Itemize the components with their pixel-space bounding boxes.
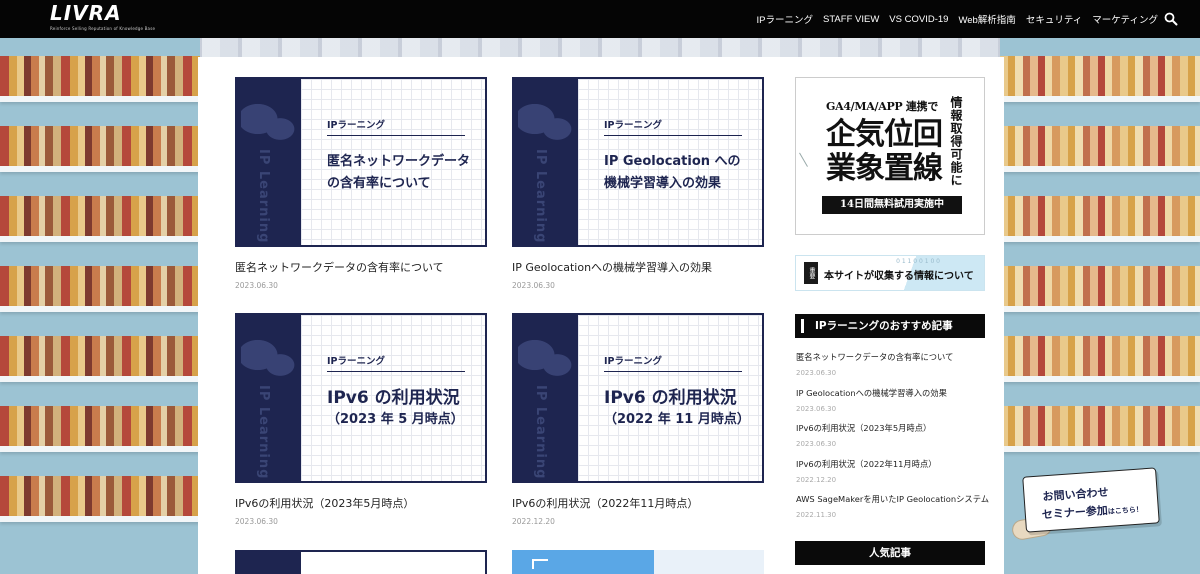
search-icon[interactable] <box>1164 12 1178 26</box>
article-card[interactable]: IP Learning IPラーニング IPv6 の利用状況 （2022 年 1… <box>512 313 764 526</box>
world-map-graphic <box>518 99 574 149</box>
info-link-text: 本サイトが収集する情報について <box>824 271 974 282</box>
nav-web-analysis[interactable]: Web解析指南 <box>958 12 1015 26</box>
contact-label: お問い合わせ <box>1042 485 1109 504</box>
world-map-graphic <box>241 99 297 149</box>
article-thumbnail[interactable]: IP Learning IPラーニング 匿名ネットワークデータ の含有率について <box>235 77 487 247</box>
article-date: 2023.06.30 <box>512 281 555 290</box>
thumb-title: IP Geolocation への 機械学習導入の効果 <box>604 154 741 191</box>
article-title[interactable]: IPv6の利用状況（2023年5月時点） <box>235 495 487 511</box>
thumb-title: IPv6 の利用状況 （2023 年 5 月時点） <box>327 388 464 427</box>
nav-marketing[interactable]: マーケティング <box>1092 12 1158 26</box>
binary-decoration: 0 1 1 0 0 1 0 0 <box>896 258 940 265</box>
paper-plane-icon <box>799 145 821 167</box>
thumb-side-label: IP Learning <box>533 385 548 480</box>
banner-trial-label: 14日間無料試用実施中 <box>822 196 962 214</box>
article-card[interactable]: IP Learning IPラーニング IPv6 の利用状況 （2023 年 5… <box>235 313 487 526</box>
list-item[interactable]: IPv6の利用状況（2023年5月時点） 2023.06.30 <box>796 422 986 458</box>
banner-vertical-text: 情報取得可能に <box>949 96 963 187</box>
world-map-graphic <box>518 335 574 385</box>
banner-main-text: 企気位回業象置線 <box>826 117 943 186</box>
main-content: IP Learning IPラーニング 匿名ネットワークデータ の含有率について… <box>198 57 1004 574</box>
article-thumbnail[interactable]: IP Learning IPラーニング IP Geolocation への 機械… <box>512 77 764 247</box>
thumb-side-label: IP Learning <box>533 149 548 244</box>
article-title[interactable]: IP Geolocationへの機械学習導入の効果 <box>512 259 764 275</box>
article-date: 2022.12.20 <box>512 517 555 526</box>
bookshelf-left <box>0 38 200 574</box>
thumb-category: IPラーニング <box>327 120 385 131</box>
thumb-title: 匿名ネットワークデータ の含有率について <box>327 154 471 191</box>
thumb-side-label: IP Learning <box>256 385 271 480</box>
article-thumbnail[interactable]: IP Learning IPラーニング IPv6 の利用状況 （2022 年 1… <box>512 313 764 483</box>
nav-ip-learning[interactable]: IPラーニング <box>757 12 813 26</box>
article-thumbnail-partial[interactable] <box>235 550 487 574</box>
nav-staff-view[interactable]: STAFF VIEW <box>823 14 879 25</box>
main-nav: IPラーニング STAFF VIEW VS COVID-19 Web解析指南 セ… <box>757 0 1158 38</box>
important-badge: 重要 <box>804 262 818 284</box>
site-header: LIVRA Reinforce Selling Reputation of Kn… <box>0 0 1200 38</box>
thumb-category: IPラーニング <box>604 356 662 367</box>
recommend-heading: IPラーニングのおすすめ記事 <box>795 314 985 338</box>
thumb-title: IPv6 の利用状況 （2022 年 11 月時点） <box>604 388 750 427</box>
promo-banner[interactable]: GA4/MA/APP 連携で 情報取得可能に 企気位回業象置線 14日間無料試用… <box>795 77 985 235</box>
article-card[interactable]: IP Learning IPラーニング IP Geolocation への 機械… <box>512 77 764 290</box>
article-date: 2023.06.30 <box>235 281 278 290</box>
article-title[interactable]: 匿名ネットワークデータの含有率について <box>235 259 487 275</box>
privacy-info-link[interactable]: 重要 本サイトが収集する情報について 0 1 1 0 0 1 0 0 <box>795 255 985 291</box>
thumb-category: IPラーニング <box>327 356 385 367</box>
thumb-category: IPラーニング <box>604 120 662 131</box>
site-logo[interactable]: LIVRA Reinforce Selling Reputation of Kn… <box>50 1 156 34</box>
nav-vs-covid[interactable]: VS COVID-19 <box>889 14 948 25</box>
banner-headline: GA4/MA/APP 連携で <box>826 100 939 113</box>
recommend-list: 匿名ネットワークデータの含有率について 2023.06.30 IP Geoloc… <box>796 351 989 529</box>
article-thumbnail[interactable]: IP Learning IPラーニング IPv6 の利用状況 （2023 年 5… <box>235 313 487 483</box>
article-card[interactable]: IP Learning IPラーニング 匿名ネットワークデータ の含有率について… <box>235 77 487 290</box>
list-item[interactable]: IP Geolocationへの機械学習導入の効果 2023.06.30 <box>796 387 986 423</box>
list-item[interactable]: IPv6の利用状況（2022年11月時点） 2022.12.20 <box>796 458 986 494</box>
list-item[interactable]: 匿名ネットワークデータの含有率について 2023.06.30 <box>796 351 986 387</box>
popular-heading: 人気記事 <box>795 541 985 565</box>
article-date: 2023.06.30 <box>235 517 278 526</box>
thumb-side-label: IP Learning <box>256 149 271 244</box>
article-thumbnail-partial[interactable] <box>512 550 764 574</box>
nav-security[interactable]: セキュリティ <box>1026 12 1082 26</box>
world-map-graphic <box>241 335 297 385</box>
article-title[interactable]: IPv6の利用状況（2022年11月時点） <box>512 495 764 511</box>
contact-seminar-button[interactable]: お問い合わせ セミナー参加はこちら！ <box>1010 467 1162 544</box>
logo-tagline: Reinforce Selling Reputation of Knowledg… <box>50 26 156 31</box>
logo-text: LIVRA <box>50 1 122 25</box>
list-item[interactable]: AWS SageMakerを用いたIP Geolocationシステム 2022… <box>796 493 989 529</box>
